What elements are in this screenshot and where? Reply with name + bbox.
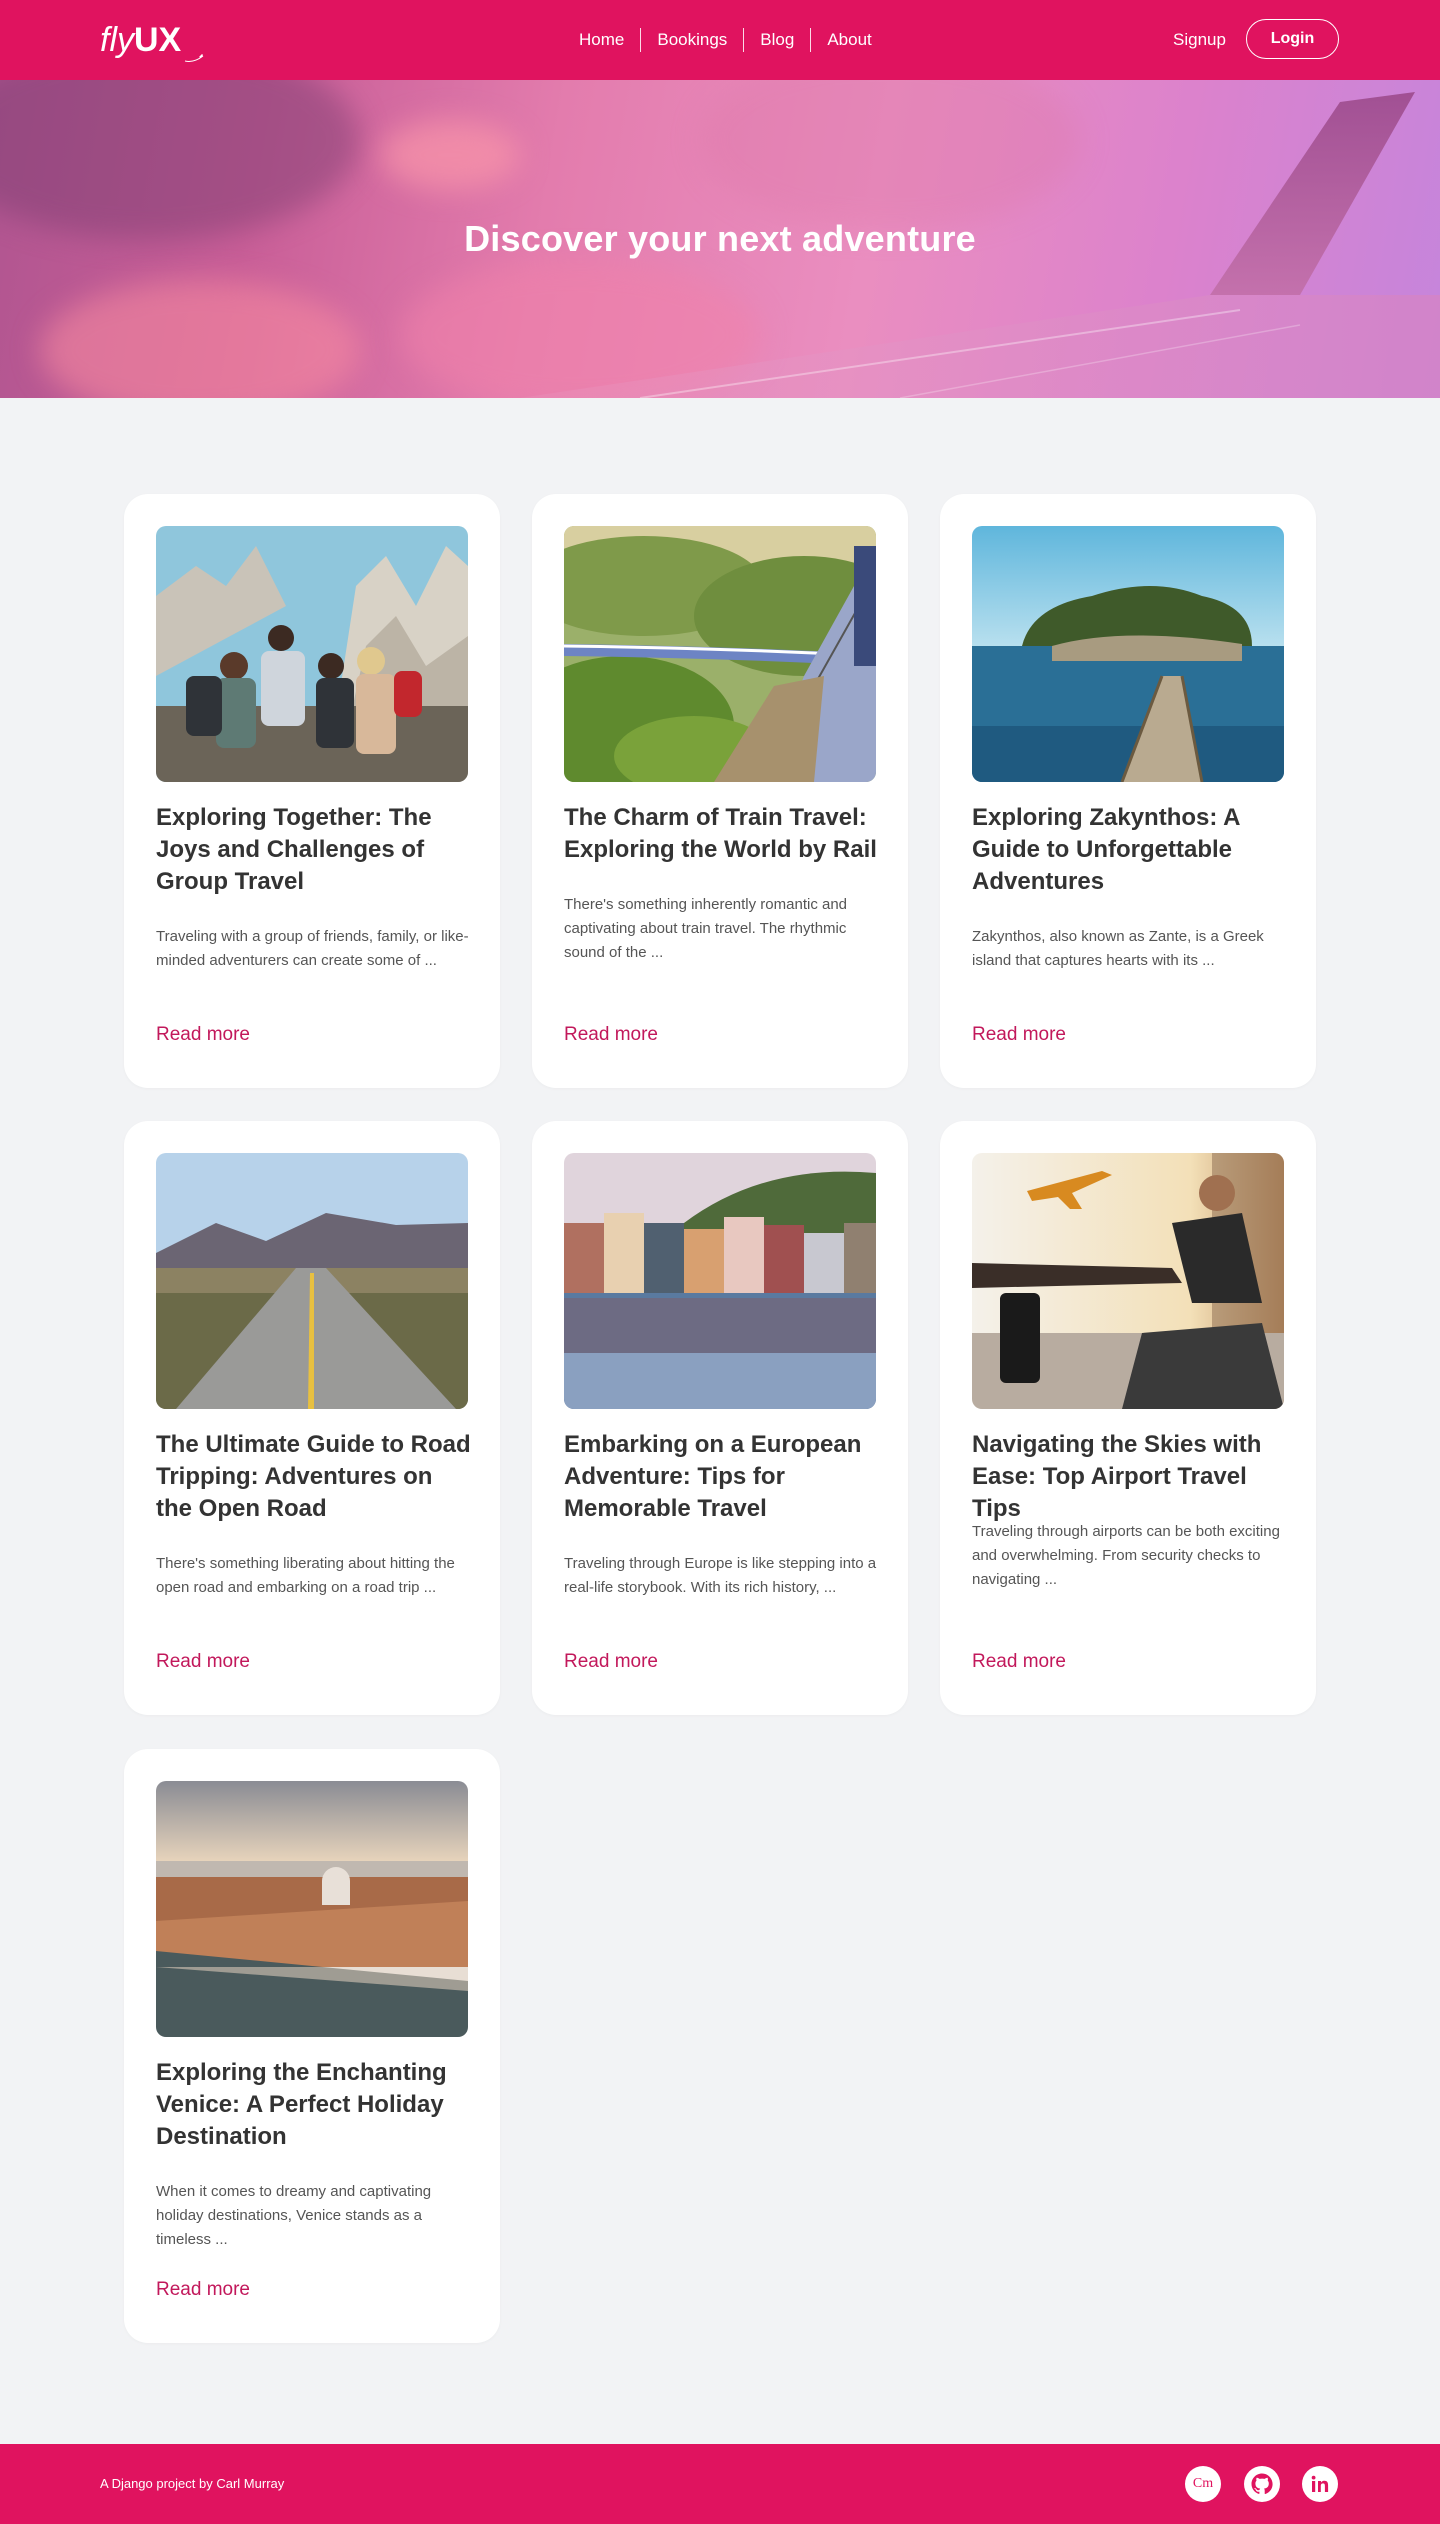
footer-prefix: A Django project by: [100, 2476, 217, 2491]
nav-home[interactable]: Home: [563, 27, 640, 53]
post-excerpt: Traveling through airports can be both e…: [972, 1523, 1280, 1588]
blog-card: The Charm of Train Travel: Exploring the…: [532, 494, 908, 1088]
post-image-airport-traveler[interactable]: [972, 1153, 1284, 1409]
post-excerpt: There's something inherently romantic an…: [564, 896, 848, 961]
signup-link[interactable]: Signup: [1173, 27, 1226, 53]
footer-credit: A Django project by Carl Murray: [100, 2474, 284, 2494]
plane-icon: [184, 54, 204, 62]
post-excerpt: When it comes to dreamy and captivating …: [156, 2183, 432, 2248]
post-title[interactable]: Exploring Together: The Joys and Challen…: [156, 802, 472, 898]
codementor-icon[interactable]: Cm: [1185, 2466, 1221, 2502]
navbar: flyUX Home Bookings Blog About Signup Lo…: [0, 0, 1440, 80]
hero-title: Discover your next adventure: [464, 218, 976, 259]
read-more-link[interactable]: Read more: [972, 1024, 1066, 1046]
logo[interactable]: flyUX: [100, 20, 204, 62]
login-button[interactable]: Login: [1246, 19, 1339, 59]
post-excerpt: Traveling through Europe is like steppin…: [564, 1555, 877, 1596]
post-excerpt: Zakynthos, also known as Zante, is a Gre…: [972, 928, 1264, 969]
github-icon[interactable]: [1244, 2466, 1280, 2502]
blog-card: Exploring Together: The Joys and Challen…: [124, 494, 500, 1088]
codementor-label: Cm: [1192, 2476, 1214, 2491]
read-more-link[interactable]: Read more: [564, 1651, 658, 1673]
post-title[interactable]: Exploring Zakynthos: A Guide to Unforget…: [972, 802, 1288, 898]
post-image-group-hikers[interactable]: [156, 526, 468, 782]
blog-card: The Ultimate Guide to Road Tripping: Adv…: [124, 1121, 500, 1715]
post-excerpt: Traveling with a group of friends, famil…: [156, 928, 469, 969]
linkedin-icon-glyph: [1311, 2475, 1329, 2492]
main-nav: Home Bookings Blog About: [563, 27, 888, 53]
blog-card: Exploring Zakynthos: A Guide to Unforget…: [940, 494, 1316, 1088]
read-more-link[interactable]: Read more: [972, 1651, 1066, 1673]
post-image-desert-road[interactable]: [156, 1153, 468, 1409]
read-more-link[interactable]: Read more: [156, 2279, 250, 2301]
post-image-venice[interactable]: [156, 1781, 468, 2037]
post-title[interactable]: Embarking on a European Adventure: Tips …: [564, 1429, 880, 1525]
nav-blog[interactable]: Blog: [744, 27, 810, 53]
post-image-train[interactable]: [564, 526, 876, 782]
read-more-link[interactable]: Read more: [156, 1024, 250, 1046]
post-title[interactable]: Exploring the Enchanting Venice: A Perfe…: [156, 2057, 472, 2153]
logo-ux: UX: [134, 21, 182, 59]
nav-bookings[interactable]: Bookings: [641, 27, 743, 53]
github-icon-glyph: [1251, 2473, 1273, 2495]
author-link[interactable]: Carl Murray: [216, 2476, 284, 2491]
post-excerpt: There's something liberating about hitti…: [156, 1555, 455, 1596]
footer: A Django project by Carl Murray Cm: [0, 2444, 1440, 2524]
read-more-link[interactable]: Read more: [156, 1651, 250, 1673]
post-title[interactable]: The Ultimate Guide to Road Tripping: Adv…: [156, 1429, 472, 1525]
post-title[interactable]: The Charm of Train Travel: Exploring the…: [564, 802, 880, 866]
logo-fly: fly: [100, 21, 134, 59]
post-image-european-town[interactable]: [564, 1153, 876, 1409]
blog-card: Exploring the Enchanting Venice: A Perfe…: [124, 1749, 500, 2343]
post-title[interactable]: Navigating the Skies with Ease: Top Airp…: [972, 1429, 1288, 1525]
nav-about[interactable]: About: [811, 27, 887, 53]
blog-card: Navigating the Skies with Ease: Top Airp…: [940, 1121, 1316, 1715]
read-more-link[interactable]: Read more: [564, 1024, 658, 1046]
blog-card: Embarking on a European Adventure: Tips …: [532, 1121, 908, 1715]
linkedin-icon[interactable]: [1302, 2466, 1338, 2502]
post-image-island-pier[interactable]: [972, 526, 1284, 782]
hero-banner: Discover your next adventure: [0, 80, 1440, 398]
